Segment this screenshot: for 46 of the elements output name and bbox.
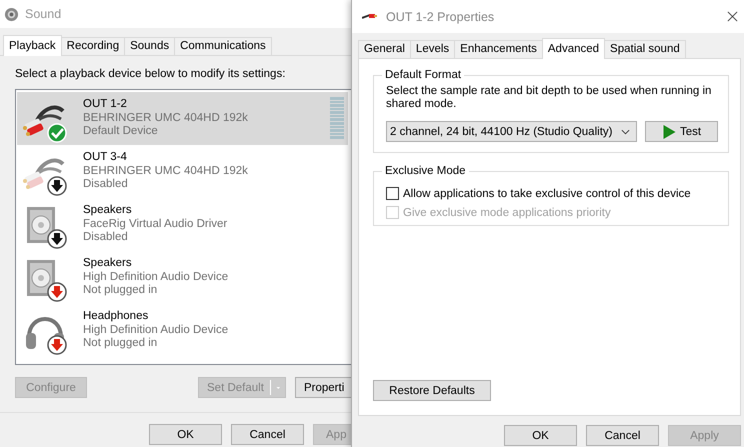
device-name: Speakers (83, 204, 133, 218)
device-name: Headphones (83, 310, 150, 324)
tab[interactable]: Spatial sound (604, 40, 686, 58)
cable-icon (362, 12, 378, 22)
device-driver: High Definition Audio Device (83, 270, 228, 284)
description-text: Select the sample rate and bit depth to be used when running in shared mode. (386, 85, 712, 111)
tab[interactable]: Playback (3, 35, 62, 56)
format-dropdown[interactable]: 2 channel, 24 bit, 44100 Hz (Studio Quality) (386, 121, 637, 142)
speaker-icon (4, 6, 19, 22)
device-item[interactable]: OUT 1-2 BEHRINGER UMC 404HD 192k Default Device (17, 92, 348, 145)
device-driver: High Definition Audio Device (83, 324, 228, 338)
tab[interactable]: General (358, 40, 411, 58)
device-status: Disabled (83, 231, 129, 245)
chevron-icon (621, 128, 630, 134)
device-status: Not plugged in (83, 337, 158, 351)
close-icon[interactable] (727, 11, 738, 22)
level-meter (330, 97, 344, 139)
checkbox[interactable] (386, 187, 399, 200)
instruction-text: Select a playback device below to modify its settings: (15, 68, 286, 80)
device-driver: BEHRINGER UMC 404HD 192k (83, 164, 248, 178)
dialog-button[interactable]: OK (149, 424, 222, 445)
device-status: Default Device (83, 125, 159, 139)
dialog-button[interactable]: OK (504, 425, 577, 446)
device-status: Disabled (83, 178, 129, 192)
caret-icon (276, 384, 281, 390)
tab[interactable]: Communications (174, 37, 272, 55)
device-name: OUT 1-2 (83, 98, 128, 112)
dialog-button[interactable]: Cancel (586, 425, 659, 446)
group-heading: Default Format (384, 69, 462, 81)
dialog-button[interactable]: Cancel (231, 424, 304, 445)
checkbox-option[interactable]: Allow applications to take exclusive control of this device (386, 187, 718, 200)
device-name: Speakers (83, 257, 133, 271)
device-status: Not plugged in (83, 284, 158, 298)
window-title: OUT 1-2 Properties (386, 10, 496, 24)
tab[interactable]: Advanced (542, 38, 606, 59)
group-heading: Exclusive Mode (384, 165, 467, 177)
device-driver: BEHRINGER UMC 404HD 192k (83, 112, 248, 126)
device-item[interactable]: Speakers High Definition Audio Device Not plugged in (17, 251, 348, 304)
restore-defaults-button[interactable]: Restore Defaults (373, 380, 491, 401)
device-name: OUT 3-4 (83, 151, 128, 165)
device-item[interactable]: Headphones High Definition Audio Device Not plugged in (17, 304, 348, 357)
device-driver: FaceRig Virtual Audio Driver (83, 218, 228, 232)
test-button[interactable]: Test (645, 121, 718, 142)
window-title: Sound (25, 7, 62, 21)
play-icon (662, 124, 677, 138)
action-button[interactable]: Properti (295, 377, 351, 398)
